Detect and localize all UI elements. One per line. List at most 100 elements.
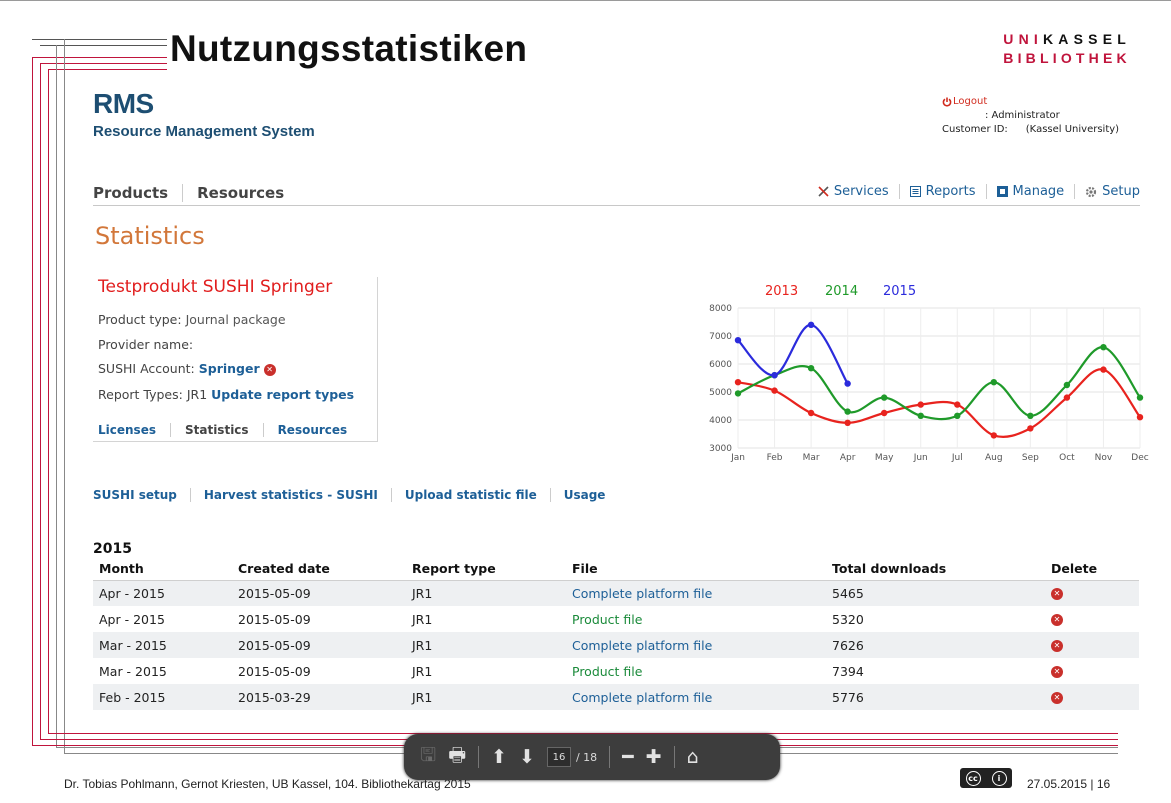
tab-statistics[interactable]: Statistics (169, 423, 263, 437)
page-title: Statistics (95, 222, 205, 250)
report-types-label: Report Types: (98, 387, 183, 402)
sushi-account-link[interactable]: Springer (199, 361, 260, 376)
statistics-table: Month Created date Report type File Tota… (93, 558, 1139, 710)
cell-report-type: JR1 (406, 580, 566, 606)
cell-file-link[interactable]: Complete platform file (566, 684, 826, 710)
slide-date-page: 27.05.2015 | 16 (1027, 777, 1111, 791)
slide-title: Nutzungsstatistiken (170, 28, 528, 69)
logo-kassel: KASSEL (1043, 31, 1131, 47)
x-tick-label: Nov (1095, 453, 1113, 463)
data-point (990, 432, 998, 439)
zoom-out-icon[interactable]: ━ (622, 746, 633, 768)
data-point (1136, 414, 1144, 421)
harvest-statistics-link[interactable]: Harvest statistics - SUSHI (189, 488, 391, 502)
y-tick-label: 6000 (709, 360, 732, 370)
col-file: File (566, 558, 826, 581)
arrow-down-icon[interactable]: ⬇ (519, 746, 535, 768)
slide-footer: Dr. Tobias Pohlmann, Gernot Kriesten, UB… (64, 777, 471, 791)
data-point (734, 379, 742, 386)
nav-reports[interactable]: Reports (898, 184, 986, 199)
x-tick-label: Jan (730, 453, 745, 463)
y-tick-label: 5000 (709, 388, 732, 398)
cell-delete: ✕ (1045, 684, 1139, 710)
series-line-2015 (737, 323, 849, 385)
delete-icon[interactable]: ✕ (1051, 666, 1063, 678)
data-point (1100, 366, 1107, 373)
nav-products[interactable]: Products (93, 184, 182, 202)
table-row: Apr - 2015 2015-05-09 JR1 Complete platf… (93, 580, 1139, 606)
x-tick-label: Feb (767, 453, 783, 463)
nav-manage-label: Manage (1012, 184, 1065, 199)
cell-file-link[interactable]: Product file (566, 606, 826, 632)
delete-icon[interactable]: ✕ (1051, 640, 1063, 652)
downloads-chart: 3000 4000 5000 6000 7000 8000 Jan Feb Mar Apr May J… (709, 284, 1149, 463)
cell-report-type: JR1 (406, 632, 566, 658)
nav-services[interactable]: Services (808, 184, 899, 199)
x-tick-label: Apr (840, 453, 856, 463)
cell-month: Apr - 2015 (99, 611, 165, 627)
nav-resources[interactable]: Resources (182, 184, 298, 202)
tab-resources[interactable]: Resources (262, 423, 362, 437)
nav-setup[interactable]: Setup (1074, 184, 1140, 199)
data-point (1100, 344, 1107, 351)
cell-file-link[interactable]: Complete platform file (566, 580, 826, 606)
col-report-type: Report type (406, 558, 566, 581)
data-point (734, 390, 742, 397)
toolbar-divider (673, 746, 675, 768)
main-nav: Products Resources Services Reports Mana… (93, 184, 1140, 206)
services-icon (818, 186, 829, 197)
page-number-input[interactable] (546, 747, 571, 767)
cell-total-downloads: 7394 (832, 663, 864, 679)
logout-link[interactable]: Logout (942, 95, 1119, 109)
data-point (917, 412, 924, 419)
sushi-setup-link[interactable]: SUSHI setup (93, 488, 190, 502)
data-point (807, 365, 815, 372)
report-types-row: Report Types: JR1 Update report types (98, 387, 354, 402)
tab-licenses[interactable]: Licenses (98, 423, 170, 437)
manage-icon (996, 186, 1008, 197)
cell-created-date: 2015-03-29 (232, 684, 406, 710)
product-tabs: Licenses Statistics Resources (98, 423, 361, 437)
series-line-2013 (737, 368, 1141, 438)
usage-link[interactable]: Usage (549, 488, 619, 502)
y-tick-label: 4000 (709, 416, 732, 426)
logout-label: Logout (953, 96, 988, 107)
cell-month: Feb - 2015 (93, 684, 232, 710)
delete-icon[interactable]: ✕ (1051, 692, 1063, 704)
col-created-date: Created date (232, 558, 406, 581)
data-point (954, 401, 961, 408)
print-icon[interactable]: 🖶 (448, 741, 466, 773)
cell-delete: ✕ (1045, 658, 1139, 684)
cell-file-link[interactable]: Product file (566, 658, 826, 684)
save-icon[interactable]: 🖫 (420, 741, 436, 773)
page-indicator: / 18 (546, 747, 597, 767)
x-tick-label: Sep (1022, 453, 1039, 463)
arrow-up-icon[interactable]: ⬆ (491, 746, 507, 768)
x-tick-label: Mar (803, 453, 820, 463)
product-panel: Testprodukt SUSHI Springer Product type:… (93, 277, 378, 442)
nav-manage[interactable]: Manage (985, 184, 1075, 199)
table-row: Mar - 2015 2015-05-09 JR1 Complete platf… (93, 632, 1139, 658)
sushi-account-label: SUSHI Account: (98, 361, 195, 376)
delete-icon[interactable]: ✕ (1051, 588, 1063, 601)
x-tick-label: Dec (1131, 453, 1148, 463)
x-tick-label: Aug (985, 453, 1003, 463)
y-tick-label: 3000 (709, 444, 732, 454)
col-delete: Delete (1045, 558, 1139, 581)
table-row: Mar - 2015 2015-05-09 JR1 Product file 7… (93, 658, 1139, 684)
cell-created-date: 2015-05-09 (232, 580, 406, 606)
zoom-in-icon[interactable]: ✚ (646, 746, 662, 768)
product-type-row: Product type: Journal package (98, 312, 286, 327)
home-icon[interactable]: ⌂ (687, 746, 699, 768)
nav-setup-label: Setup (1102, 184, 1140, 199)
cell-month: Mar - 2015 (99, 663, 167, 679)
update-report-types-link[interactable]: Update report types (211, 387, 354, 402)
table-header-row: Month Created date Report type File Tota… (93, 558, 1139, 581)
remove-icon[interactable]: ✕ (263, 363, 276, 376)
cell-month: Mar - 2015 (93, 632, 232, 658)
nav-reports-label: Reports (925, 184, 976, 199)
cell-file-link[interactable]: Complete platform file (566, 632, 826, 658)
delete-icon[interactable]: ✕ (1051, 614, 1063, 626)
col-month: Month (93, 558, 232, 581)
upload-statistic-file-link[interactable]: Upload statistic file (390, 488, 550, 502)
